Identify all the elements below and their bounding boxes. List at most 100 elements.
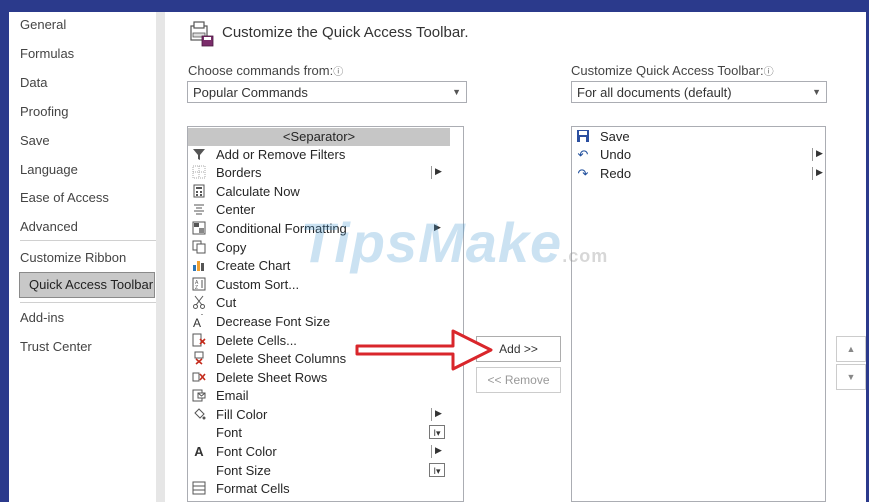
list-item-label: <Separator>	[282, 129, 356, 144]
window-frame-top	[0, 0, 869, 12]
choose-commands-text: Choose commands from:	[188, 63, 334, 78]
chevron-down-icon: ▼	[812, 87, 821, 97]
list-item[interactable]: A Font Color ▶	[188, 443, 450, 461]
move-up-button[interactable]: ▲	[836, 336, 866, 362]
sidebar-item-data[interactable]: Data	[20, 75, 47, 90]
list-item[interactable]: ↷ Redo ▶	[572, 165, 825, 183]
red-arrow-annotation	[355, 325, 495, 375]
move-down-button[interactable]: ▼	[836, 364, 866, 390]
sidebar-item-save[interactable]: Save	[20, 133, 50, 148]
list-item[interactable]: Create Chart	[188, 257, 450, 275]
list-item-label: Custom Sort...	[216, 277, 300, 292]
sidebar-item-ease-of-access[interactable]: Ease of Access	[20, 190, 109, 205]
dropdown-box-icon: I▾	[429, 425, 445, 439]
list-item-label: Cut	[216, 295, 237, 310]
fill-color-icon	[191, 407, 207, 423]
list-item-label: Redo	[600, 166, 632, 181]
redo-icon: ↷	[577, 166, 589, 181]
scissors-icon	[191, 295, 207, 311]
chevron-down-icon: ▼	[452, 87, 461, 97]
list-item[interactable]: Add or Remove Filters	[188, 146, 450, 164]
submenu-arrow-icon: ▶	[812, 167, 823, 180]
svg-text:Z: Z	[195, 285, 198, 291]
sidebar-item-customize-ribbon[interactable]: Customize Ribbon	[20, 250, 126, 265]
list-item-label: Font Color	[216, 444, 277, 459]
list-item-label: Font Size	[216, 463, 271, 478]
list-item-label: Delete Sheet Columns	[216, 351, 347, 366]
list-item-label: Delete Sheet Rows	[216, 370, 328, 385]
undo-icon: ↶	[577, 147, 589, 162]
delete-columns-icon	[191, 351, 207, 367]
list-item[interactable]: Font Size I▾	[188, 462, 450, 480]
copy-icon	[191, 240, 207, 256]
format-cells-icon	[191, 481, 207, 497]
list-item-label: Format Cells	[216, 481, 290, 496]
customize-toolbar-value: For all documents (default)	[577, 85, 732, 100]
sidebar-item-language[interactable]: Language	[20, 162, 78, 177]
submenu-arrow-icon: ▶	[812, 148, 823, 161]
list-item-label: Save	[600, 129, 630, 144]
sidebar-item-trust-center[interactable]: Trust Center	[20, 339, 92, 354]
submenu-arrow-icon: ▶	[431, 166, 442, 179]
borders-icon	[191, 165, 207, 181]
list-item[interactable]: Copy	[188, 239, 450, 257]
list-item-label: Font	[216, 425, 243, 440]
submenu-arrow-icon: ▶	[431, 445, 442, 458]
sidebar-item-general[interactable]: General	[20, 17, 66, 32]
choose-commands-dropdown[interactable]: Popular Commands ▼	[187, 81, 467, 103]
sidebar-separator	[20, 302, 156, 303]
list-item[interactable]: Save	[572, 128, 825, 146]
decrease-font-icon: Aˇ	[191, 314, 207, 330]
choose-commands-label: Choose commands from:ⓘ	[188, 63, 343, 78]
list-item-label: Conditional Formatting	[216, 221, 347, 236]
commands-list[interactable]: <Separator> Add or Remove Filters Border…	[187, 126, 464, 502]
sort-icon: AZ	[191, 277, 207, 293]
chart-icon	[191, 258, 207, 274]
list-item-label: Calculate Now	[216, 184, 300, 199]
list-item[interactable]: Fill Color ▶	[188, 406, 450, 424]
svg-text:ˇ: ˇ	[201, 315, 203, 321]
window-frame-left	[0, 0, 9, 502]
page-title: Customize the Quick Access Toolbar.	[222, 24, 469, 41]
sidebar-separator	[20, 240, 156, 241]
list-item[interactable]: Email	[188, 387, 450, 405]
list-item[interactable]: Center	[188, 201, 450, 219]
customize-toolbar-label: Customize Quick Access Toolbar:ⓘ	[571, 63, 774, 78]
email-icon	[191, 388, 207, 404]
calculator-icon	[191, 184, 207, 200]
list-item[interactable]: AZ Custom Sort...	[188, 276, 450, 294]
list-item-label: Borders	[216, 165, 262, 180]
svg-text:A: A	[193, 316, 201, 328]
list-item-label: Create Chart	[216, 258, 291, 273]
submenu-arrow-icon: ▶	[431, 408, 442, 421]
list-item-label: Add or Remove Filters	[216, 147, 346, 162]
save-icon	[575, 129, 591, 145]
sidebar-item-proofing[interactable]: Proofing	[20, 104, 68, 119]
list-item-label: Decrease Font Size	[216, 314, 331, 329]
toolbar-commands-list[interactable]: Save ↶ Undo ▶ ↷ Redo ▶	[571, 126, 826, 502]
list-item[interactable]: Cut	[188, 294, 450, 312]
list-item[interactable]: Borders ▶	[188, 164, 450, 182]
list-item[interactable]: ↶ Undo ▶	[572, 146, 825, 164]
list-item[interactable]: Calculate Now	[188, 183, 450, 201]
sidebar-item-add-ins[interactable]: Add-ins	[20, 310, 64, 325]
conditional-formatting-icon	[191, 221, 207, 237]
list-item-label: Fill Color	[216, 407, 268, 422]
sidebar-item-advanced[interactable]: Advanced	[20, 219, 78, 234]
info-icon[interactable]: ⓘ	[333, 67, 343, 78]
list-item[interactable]: Format Cells	[188, 480, 450, 498]
sidebar-item-quick-access-toolbar[interactable]: Quick Access Toolbar	[19, 272, 155, 298]
customize-toolbar-dropdown[interactable]: For all documents (default) ▼	[571, 81, 827, 103]
list-item-label: Email	[216, 388, 249, 403]
list-item-separator[interactable]: <Separator>	[188, 128, 450, 146]
delete-cells-icon	[191, 333, 207, 349]
list-item-label: Center	[216, 202, 256, 217]
align-center-icon	[191, 202, 207, 218]
dropdown-box-icon: I▾	[429, 463, 445, 477]
list-item[interactable]: Font I▾	[188, 424, 450, 442]
info-icon[interactable]: ⓘ	[764, 67, 774, 78]
delete-rows-icon	[191, 370, 207, 386]
sidebar-item-formulas[interactable]: Formulas	[20, 46, 74, 61]
filter-icon	[191, 147, 207, 163]
list-item[interactable]: Conditional Formatting ▶	[188, 220, 450, 238]
